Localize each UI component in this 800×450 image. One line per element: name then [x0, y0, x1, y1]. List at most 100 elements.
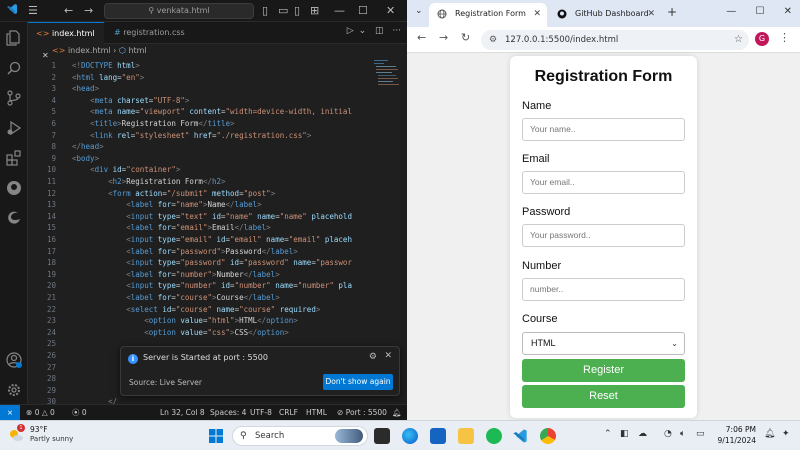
register-button[interactable]: Register — [522, 359, 685, 382]
extensions-icon[interactable] — [6, 150, 22, 166]
github-icon[interactable] — [6, 180, 22, 196]
code-line[interactable]: 17 <label for="password">Password</label… — [28, 246, 407, 258]
code-line[interactable]: 24 <option value="css">CSS</option> — [28, 327, 407, 339]
edge-icon[interactable] — [402, 428, 418, 444]
run-dropdown-icon[interactable]: ⌄ — [359, 26, 367, 36]
code-line[interactable]: 6 <title>Registration Form</title> — [28, 118, 407, 130]
back-arrow-icon[interactable]: ← — [417, 31, 426, 44]
edge-devtools-icon[interactable] — [6, 210, 22, 226]
number-input[interactable]: number.. — [522, 278, 685, 301]
reload-icon[interactable]: ↻ — [461, 31, 470, 44]
dont-show-again-button[interactable]: Don't show again — [323, 374, 393, 390]
address-bar[interactable]: ⚙ 127.0.0.1:5500/index.html ☆ — [481, 30, 749, 50]
customize-layout-icon[interactable]: ⊞ — [310, 3, 319, 19]
minimize-icon[interactable]: — — [334, 3, 345, 19]
maximize-icon[interactable]: ☐ — [358, 3, 368, 19]
code-line[interactable]: 11 <h2>Registration Form</h2> — [28, 176, 407, 188]
end-of-line[interactable]: CRLF — [279, 405, 298, 420]
code-line[interactable]: 13 <label for="name">Name</label> — [28, 199, 407, 211]
notifications-bell-icon[interactable]: 🔔︎ — [392, 405, 402, 420]
code-line[interactable]: 23 <option value="html">HTML</option> — [28, 315, 407, 327]
site-info-icon[interactable]: ⚙ — [489, 30, 497, 50]
tray-app-icon[interactable]: ◧ — [620, 429, 629, 439]
code-line[interactable]: 16 <input type="email" id="email" name="… — [28, 234, 407, 246]
reset-button[interactable]: Reset — [522, 385, 685, 408]
password-input[interactable]: Your password.. — [522, 224, 685, 247]
bookmark-star-icon[interactable]: ☆ — [734, 30, 743, 50]
tab-registration-css[interactable]: # registration.css — [106, 22, 216, 44]
run-debug-icon[interactable] — [6, 120, 22, 136]
language-mode[interactable]: HTML — [306, 405, 327, 420]
code-line[interactable]: 14 <input type="text" id="name" name="na… — [28, 211, 407, 223]
account-icon[interactable] — [6, 352, 22, 368]
file-explorer-icon[interactable] — [458, 428, 474, 444]
task-view-icon[interactable] — [374, 428, 390, 444]
close-icon[interactable]: ✕ — [386, 3, 395, 19]
forward-arrow-icon[interactable]: → — [84, 3, 93, 19]
vscode-taskbar-icon[interactable] — [512, 428, 528, 444]
code-line[interactable]: 4 <meta charset="UTF-8"> — [28, 95, 407, 107]
code-line[interactable]: 12 <form action="/submit" method="post"> — [28, 188, 407, 200]
problems-status[interactable]: ⊗ 0 △ 0 — [26, 405, 55, 420]
minimap[interactable] — [372, 58, 400, 98]
code-line[interactable]: 10 <div id="container"> — [28, 164, 407, 176]
windows-start-icon[interactable] — [208, 428, 224, 444]
weather-widget[interactable]: 1 93°F Partly sunny — [8, 424, 88, 447]
chevron-up-icon[interactable]: ⌃ — [604, 429, 612, 439]
course-select[interactable]: HTML ⌄ — [522, 332, 685, 355]
chrome-tab-github-dashboard[interactable]: GitHub Dashboard ✕ — [549, 3, 661, 27]
spotify-icon[interactable] — [486, 428, 502, 444]
menu-icon[interactable]: ☰ — [28, 3, 38, 19]
back-arrow-icon[interactable]: ← — [64, 3, 73, 19]
live-server-port[interactable]: ⊘ Port : 5500 — [337, 405, 387, 420]
toggle-panel-icon[interactable]: ▭ — [278, 3, 288, 19]
tab-index-html[interactable]: <> index.html ✕ — [28, 22, 104, 60]
code-line[interactable]: 8 </head> — [28, 141, 407, 153]
code-line[interactable]: 19 <label for="number">Number</label> — [28, 269, 407, 281]
toggle-sidebar-icon[interactable]: ▯ — [262, 3, 268, 19]
close-tab-icon[interactable]: ✕ — [647, 3, 655, 25]
name-input[interactable]: Your name.. — [522, 118, 685, 141]
tab-search-icon[interactable]: ⌄ — [415, 6, 423, 16]
notification-bell-icon[interactable]: 🔔︎ — [764, 429, 775, 439]
avatar[interactable]: G — [755, 32, 769, 46]
microsoft-store-icon[interactable] — [430, 428, 446, 444]
close-icon[interactable]: ✕ — [784, 6, 792, 17]
breadcrumb-element[interactable]: html — [128, 46, 146, 55]
toggle-secondary-sidebar-icon[interactable]: ▯ — [294, 3, 300, 19]
command-center-search[interactable]: ⚲ venkata.html — [104, 3, 254, 19]
taskbar-search[interactable]: ⚲ Search — [232, 426, 368, 446]
email-input[interactable]: Your email.. — [522, 171, 685, 194]
notification-settings-icon[interactable]: ⚙ — [369, 352, 377, 362]
wifi-icon[interactable]: ◔ — [664, 429, 672, 439]
cloud-icon[interactable]: ☁ — [638, 429, 647, 439]
chrome-taskbar-icon[interactable] — [540, 428, 556, 444]
remote-indicator-icon[interactable]: ⨯ — [0, 405, 20, 420]
more-actions-icon[interactable]: ··· — [392, 26, 401, 36]
code-line[interactable]: 5 <meta name="viewport" content="width=d… — [28, 106, 407, 118]
battery-icon[interactable]: ▭ — [696, 429, 705, 439]
system-clock[interactable]: 7:06 PM 9/11/2024 — [710, 424, 756, 446]
breadcrumb-file[interactable]: index.html — [68, 46, 111, 55]
code-line[interactable]: 15 <label for="email">Email</label> — [28, 222, 407, 234]
forward-arrow-icon[interactable]: → — [439, 31, 448, 44]
close-notification-icon[interactable]: ✕ — [384, 351, 392, 361]
code-line[interactable]: 7 <link rel="stylesheet" href="./registr… — [28, 130, 407, 142]
settings-gear-icon[interactable] — [6, 382, 22, 398]
copilot-icon[interactable]: ✦ — [782, 429, 790, 439]
code-line[interactable]: 3 <head> — [28, 83, 407, 95]
code-line[interactable]: 9 <body> — [28, 153, 407, 165]
explorer-icon[interactable] — [6, 30, 22, 46]
source-control-icon[interactable] — [6, 90, 22, 106]
volume-icon[interactable]: 🔈︎ — [680, 429, 685, 439]
code-line[interactable]: 1 <!DOCTYPE html> — [28, 60, 407, 72]
code-line[interactable]: 21 <label for="course">Course</label> — [28, 292, 407, 304]
code-line[interactable]: 18 <input type="password" id="password" … — [28, 257, 407, 269]
run-icon[interactable]: ▷ — [347, 26, 354, 36]
new-tab-icon[interactable]: + — [667, 5, 677, 19]
chrome-tab-registration-form[interactable]: Registration Form ✕ — [429, 3, 547, 27]
kebab-menu-icon[interactable]: ⋮ — [779, 31, 790, 44]
search-icon[interactable] — [6, 60, 22, 76]
split-editor-icon[interactable]: ◫ — [375, 26, 384, 36]
minimize-icon[interactable]: — — [726, 6, 736, 17]
